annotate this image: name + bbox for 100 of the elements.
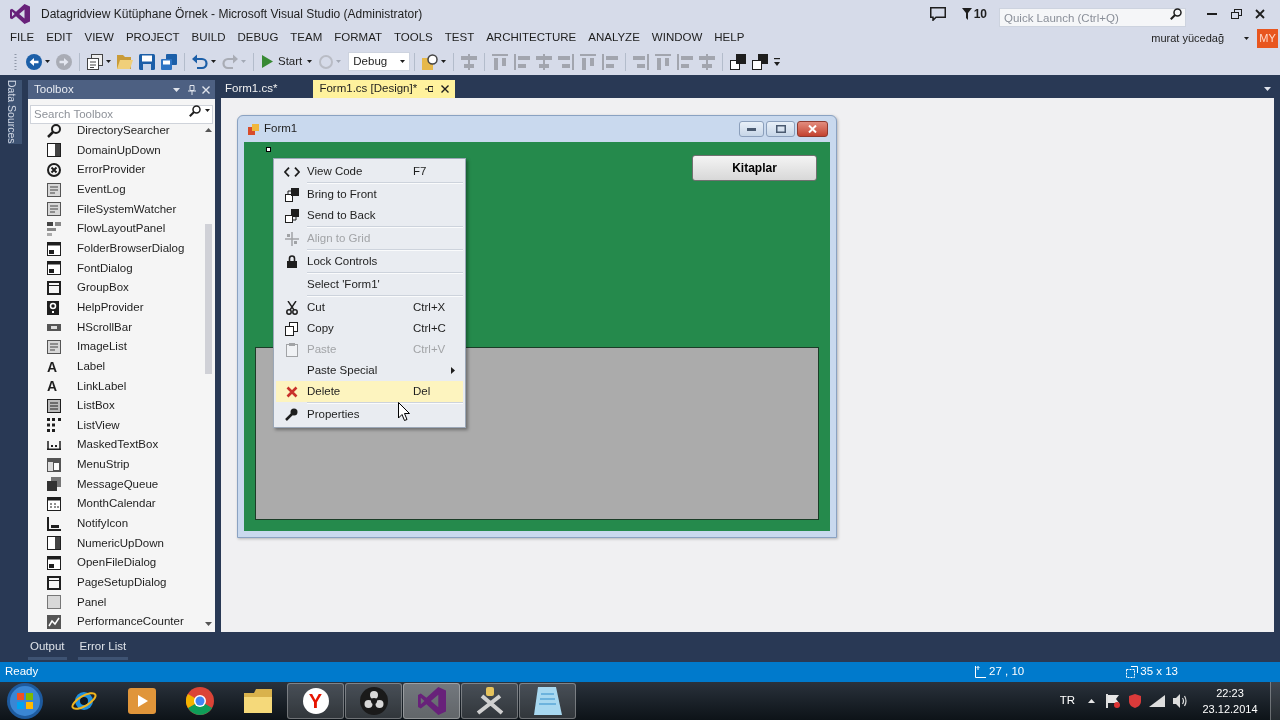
- taskbar-app[interactable]: Y: [287, 683, 344, 719]
- toolbox-item[interactable]: MonthCalendar: [28, 494, 203, 514]
- toolbox-item[interactable]: PerformanceCounter: [28, 612, 203, 632]
- pin-icon[interactable]: [188, 84, 196, 95]
- menu-item[interactable]: Paste Special: [276, 360, 463, 381]
- side-tab[interactable]: Data Sources: [8, 80, 22, 144]
- toolbox-item[interactable]: EventLog: [28, 179, 203, 200]
- menu-item[interactable]: Select 'Form1': [276, 274, 463, 295]
- start-debug-button[interactable]: Start: [258, 50, 317, 73]
- undo-icon: [192, 53, 208, 70]
- notifications-button[interactable]: 10: [961, 5, 987, 23]
- form-button[interactable]: Kitaplar: [692, 155, 817, 181]
- toolbox-item[interactable]: ListBox: [28, 395, 203, 416]
- form-close-button[interactable]: [797, 121, 828, 137]
- selection-handle-icon[interactable]: [266, 147, 271, 152]
- document-tab[interactable]: Form1.cs*: [221, 80, 308, 98]
- menu-item[interactable]: Send to Back: [276, 205, 463, 226]
- caret-icon: [1244, 36, 1249, 40]
- menu-item[interactable]: TEAM: [284, 28, 329, 48]
- menu-item[interactable]: Lock Controls: [276, 251, 463, 272]
- menu-item[interactable]: Bring to Front: [276, 184, 463, 205]
- send-back-icon: [752, 53, 769, 70]
- toolbox-search-field[interactable]: Search Toolbox: [30, 104, 213, 124]
- find-icon: [422, 53, 439, 70]
- shield-icon[interactable]: [1129, 694, 1141, 708]
- align-center-icon: [536, 53, 553, 70]
- scroll-down-icon[interactable]: [205, 622, 212, 626]
- toolbox-item[interactable]: HScrollBar: [28, 317, 203, 338]
- tray-arrow-icon[interactable]: [1088, 699, 1095, 703]
- scroll-up-icon[interactable]: [205, 128, 212, 132]
- toolbox-item[interactable]: FileSystemWatcher: [28, 199, 203, 220]
- taskbar-app[interactable]: [519, 683, 576, 719]
- toolbox-item[interactable]: ErrorProvider: [28, 160, 203, 180]
- dropdown-icon[interactable]: [173, 87, 180, 92]
- signal-icon[interactable]: [1149, 695, 1165, 707]
- menu-item[interactable]: FILE: [4, 28, 41, 48]
- menu-item[interactable]: BUILD: [185, 28, 232, 48]
- menu-item[interactable]: HELP: [708, 28, 751, 48]
- scroll-thumb[interactable]: [205, 224, 212, 374]
- toolbox-item[interactable]: A Label: [28, 356, 203, 377]
- caret-icon: [441, 60, 447, 63]
- menu-item[interactable]: TEST: [438, 28, 481, 48]
- toolbox-item[interactable]: FlowLayoutPanel: [28, 219, 203, 239]
- toolbox-item[interactable]: ListView: [28, 415, 203, 436]
- volume-icon[interactable]: [1173, 694, 1188, 708]
- speech-bubble-icon[interactable]: [929, 7, 946, 21]
- show-desktop-button[interactable]: [1270, 682, 1280, 720]
- toolbox-item[interactable]: GroupBox: [28, 278, 203, 298]
- menu-item[interactable]: VIEW: [78, 28, 120, 48]
- copy-icon: [285, 321, 298, 336]
- menu-item[interactable]: DEBUG: [231, 28, 285, 48]
- menu-item[interactable]: ANALYZE: [582, 28, 646, 48]
- toolbox-item[interactable]: A LinkLabel: [28, 376, 203, 396]
- spin-box-icon: [47, 143, 61, 158]
- toolbox-item[interactable]: MaskedTextBox: [28, 435, 203, 455]
- toolbox-item[interactable]: FolderBrowserDialog: [28, 238, 203, 259]
- tab-list-icon[interactable]: [1264, 87, 1271, 91]
- form-minimize-button[interactable]: [739, 121, 764, 137]
- toolbox-item[interactable]: FontDialog: [28, 258, 203, 279]
- menu-item[interactable]: Delete Del: [276, 381, 463, 402]
- taskbar-app[interactable]: [345, 683, 402, 719]
- status-text: Ready: [4, 664, 39, 680]
- toolbox-item[interactable]: NotifyIcon: [28, 513, 203, 534]
- list-icon: [47, 398, 61, 413]
- menu-item[interactable]: FORMAT: [328, 28, 388, 48]
- menu-item[interactable]: TOOLS: [388, 28, 439, 48]
- menu-item[interactable]: PROJECT: [119, 28, 186, 48]
- document-tab[interactable]: Form1.cs [Design]*: [313, 80, 456, 98]
- toolbox-item[interactable]: HelpProvider: [28, 297, 203, 318]
- mouse-pointer-icon: [398, 402, 410, 421]
- clock-date: 23.12.2014: [1202, 702, 1258, 717]
- toolbox-item[interactable]: Panel: [28, 592, 203, 612]
- toolbox-item[interactable]: MenuStrip: [28, 454, 203, 475]
- taskbar-app[interactable]: [461, 683, 518, 719]
- configuration-dropdown[interactable]: Debug: [348, 52, 411, 71]
- toolbox-item[interactable]: NumericUpDown: [28, 533, 203, 554]
- toolbox-item[interactable]: OpenFileDialog: [28, 553, 203, 573]
- menu-item[interactable]: Properties: [276, 404, 463, 425]
- toolbox-item[interactable]: PageSetupDialog: [28, 572, 203, 593]
- flag-icon[interactable]: [1106, 694, 1120, 708]
- dot-grid-icon: [47, 418, 61, 433]
- toolbox-item[interactable]: DirectorySearcher: [28, 121, 203, 141]
- menu-item[interactable]: WINDOW: [645, 28, 709, 48]
- form-maximize-button[interactable]: [766, 121, 795, 137]
- toolbox-item[interactable]: ImageList: [28, 337, 203, 357]
- menu-item[interactable]: View Code F7: [276, 161, 463, 182]
- start-button[interactable]: [7, 683, 43, 719]
- app-logo-icon: [417, 687, 446, 715]
- pin-icon: [425, 85, 434, 93]
- toolbox-item[interactable]: DomainUpDown: [28, 140, 203, 161]
- close-icon: [441, 85, 450, 93]
- menu-item[interactable]: EDIT: [40, 28, 79, 48]
- menu-item[interactable]: Copy Ctrl+C: [276, 318, 463, 339]
- account-button[interactable]: murat yücedağ: [1151, 29, 1249, 47]
- quick-launch-field[interactable]: Quick Launch (Ctrl+Q): [999, 8, 1186, 27]
- toolbox-item[interactable]: MessageQueue: [28, 474, 203, 495]
- menu-item[interactable]: ARCHITECTURE: [480, 28, 583, 48]
- menu-item[interactable]: Cut Ctrl+X: [276, 297, 463, 318]
- close-icon[interactable]: [202, 85, 210, 94]
- language-indicator[interactable]: TR: [1059, 692, 1075, 710]
